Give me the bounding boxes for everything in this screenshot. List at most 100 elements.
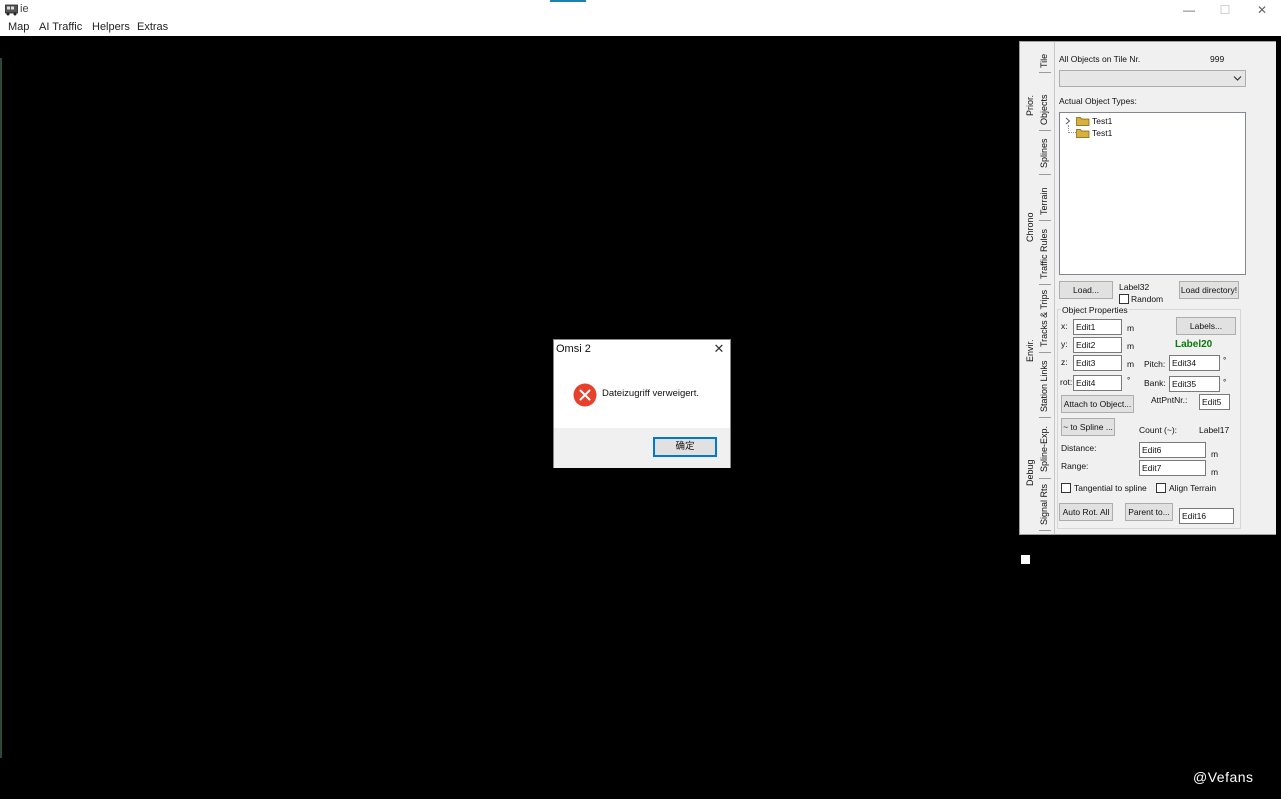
- tab-separator: [1039, 174, 1051, 175]
- error-icon: [573, 383, 597, 407]
- tangential-checkbox[interactable]: [1061, 483, 1071, 493]
- tab-tile[interactable]: Tile: [1039, 54, 1049, 68]
- tab-station-links[interactable]: Station Links: [1039, 360, 1049, 412]
- tab-envir[interactable]: Envir.: [1025, 339, 1035, 362]
- x-label: x:: [1061, 321, 1068, 331]
- object-properties-title: Object Properties: [1061, 305, 1129, 315]
- maximize-button[interactable]: ☐: [1214, 2, 1236, 18]
- tab-signal-routes[interactable]: Signal Rts: [1039, 484, 1049, 525]
- z-unit: m: [1127, 359, 1135, 369]
- dialog-close-button[interactable]: ✕: [712, 342, 726, 356]
- ok-button[interactable]: 确定: [653, 437, 717, 457]
- object-filter-dropdown[interactable]: [1059, 70, 1246, 87]
- y-label: y:: [1061, 339, 1068, 349]
- tab-debug[interactable]: Debug: [1025, 459, 1035, 486]
- editor-side-panel: Tile Objects Splines Terrain Traffic Rul…: [1019, 41, 1276, 535]
- range-unit: m: [1211, 467, 1219, 477]
- rot-field[interactable]: Edit4: [1073, 375, 1122, 391]
- object-types-tree[interactable]: Test1 Test1: [1059, 112, 1246, 275]
- pitch-field[interactable]: Edit34: [1169, 355, 1220, 371]
- tree-connector: [1068, 132, 1076, 133]
- attpnt-field[interactable]: Edit5: [1199, 394, 1230, 410]
- map-viewport[interactable]: [2, 36, 1016, 799]
- label32: Label32: [1119, 282, 1150, 292]
- menu-map[interactable]: Map: [8, 21, 29, 33]
- error-dialog: Omsi 2 ✕ Dateizugriff verweigert. 确定: [553, 339, 731, 468]
- tree-item[interactable]: Test1: [1092, 128, 1112, 138]
- tree-item[interactable]: Test1: [1092, 116, 1112, 126]
- title-accent: [550, 0, 586, 2]
- align-terrain-label: Align Terrain: [1169, 483, 1217, 493]
- pitch-unit: °: [1223, 355, 1227, 365]
- count-label: Count (~):: [1139, 425, 1178, 435]
- load-button[interactable]: Load...: [1059, 281, 1113, 299]
- to-spline-button[interactable]: ~ to Spline ...: [1061, 418, 1115, 436]
- tab-splines[interactable]: Splines: [1039, 138, 1049, 168]
- watermark: @Vefans: [1193, 769, 1254, 785]
- tangential-label: Tangential to spline: [1074, 483, 1147, 493]
- z-label: z:: [1061, 357, 1068, 367]
- pitch-label: Pitch:: [1144, 359, 1166, 369]
- dialog-message: Dateizugriff verweigert.: [602, 388, 699, 399]
- close-window-button[interactable]: ✕: [1251, 2, 1273, 18]
- tab-separator: [1039, 530, 1051, 531]
- app-window: ie — ☐ ✕ Map AI Traffic Helpers Extras T…: [0, 0, 1281, 799]
- folder-icon: [1076, 117, 1090, 126]
- z-field[interactable]: Edit3: [1073, 355, 1122, 371]
- chevron-right-icon[interactable]: [1065, 117, 1071, 125]
- bank-unit: °: [1223, 377, 1227, 387]
- y-field[interactable]: Edit2: [1073, 337, 1122, 353]
- y-unit: m: [1127, 341, 1135, 351]
- tab-prior[interactable]: Prior.: [1025, 95, 1035, 116]
- attach-to-object-button[interactable]: Attach to Object...: [1061, 395, 1134, 413]
- range-label: Range:: [1061, 461, 1089, 471]
- tile-objects-label: All Objects on Tile Nr.: [1059, 54, 1141, 64]
- chevron-down-icon: [1233, 76, 1242, 81]
- white-marker: [1021, 555, 1030, 564]
- tab-separator: [1039, 478, 1051, 479]
- x-field[interactable]: Edit1: [1073, 319, 1122, 335]
- random-label: Random: [1131, 294, 1164, 304]
- parent-field[interactable]: Edit16: [1179, 508, 1234, 524]
- menu-bar: Map AI Traffic Helpers Extras: [0, 20, 1281, 36]
- tab-traffic-rules[interactable]: Traffic Rules: [1039, 229, 1049, 279]
- bank-field[interactable]: Edit35: [1169, 376, 1220, 392]
- menu-ai-traffic[interactable]: AI Traffic: [39, 21, 82, 33]
- window-title: ie: [20, 3, 29, 15]
- parent-to-button[interactable]: Parent to...: [1125, 503, 1173, 521]
- menu-helpers[interactable]: Helpers: [92, 21, 130, 33]
- align-terrain-checkbox[interactable]: [1156, 483, 1166, 493]
- object-types-label: Actual Object Types:: [1059, 96, 1137, 106]
- tile-number: 999: [1210, 54, 1225, 64]
- auto-rot-all-button[interactable]: Auto Rot. All: [1059, 503, 1113, 521]
- tab-separator: [1039, 220, 1051, 221]
- range-field[interactable]: Edit7: [1139, 460, 1206, 476]
- distance-field[interactable]: Edit6: [1139, 442, 1206, 458]
- tab-chrono[interactable]: Chrono: [1025, 212, 1035, 242]
- label17: Label17: [1199, 425, 1230, 435]
- tab-terrain[interactable]: Terrain: [1039, 187, 1049, 215]
- distance-unit: m: [1211, 449, 1219, 459]
- random-checkbox[interactable]: [1119, 294, 1129, 304]
- rot-label: rot:: [1060, 377, 1073, 387]
- minimize-button[interactable]: —: [1178, 2, 1200, 18]
- tab-tracks-trips[interactable]: Tracks & Trips: [1039, 290, 1049, 347]
- tab-objects[interactable]: Objects: [1039, 94, 1049, 125]
- tab-separator: [1039, 284, 1051, 285]
- dialog-footer: 确定: [554, 428, 730, 468]
- folder-icon: [1076, 129, 1090, 138]
- dialog-title: Omsi 2: [556, 343, 591, 355]
- load-directory-button[interactable]: Load directory!: [1179, 281, 1239, 299]
- tab-separator: [1039, 352, 1051, 353]
- tab-separator: [1039, 130, 1051, 131]
- attpnt-label: AttPntNr.:: [1151, 395, 1188, 405]
- objects-tab-content: All Objects on Tile Nr. 999 Actual Objec…: [1054, 42, 1276, 534]
- rot-unit: °: [1127, 375, 1131, 385]
- x-unit: m: [1127, 323, 1135, 333]
- tab-separator: [1039, 417, 1051, 418]
- menu-extras[interactable]: Extras: [137, 21, 168, 33]
- labels-button[interactable]: Labels...: [1176, 317, 1236, 335]
- tab-spline-exp[interactable]: Spline-Exp.: [1039, 426, 1049, 472]
- title-bar: ie — ☐ ✕: [0, 0, 1281, 20]
- tab-separator: [1039, 72, 1051, 73]
